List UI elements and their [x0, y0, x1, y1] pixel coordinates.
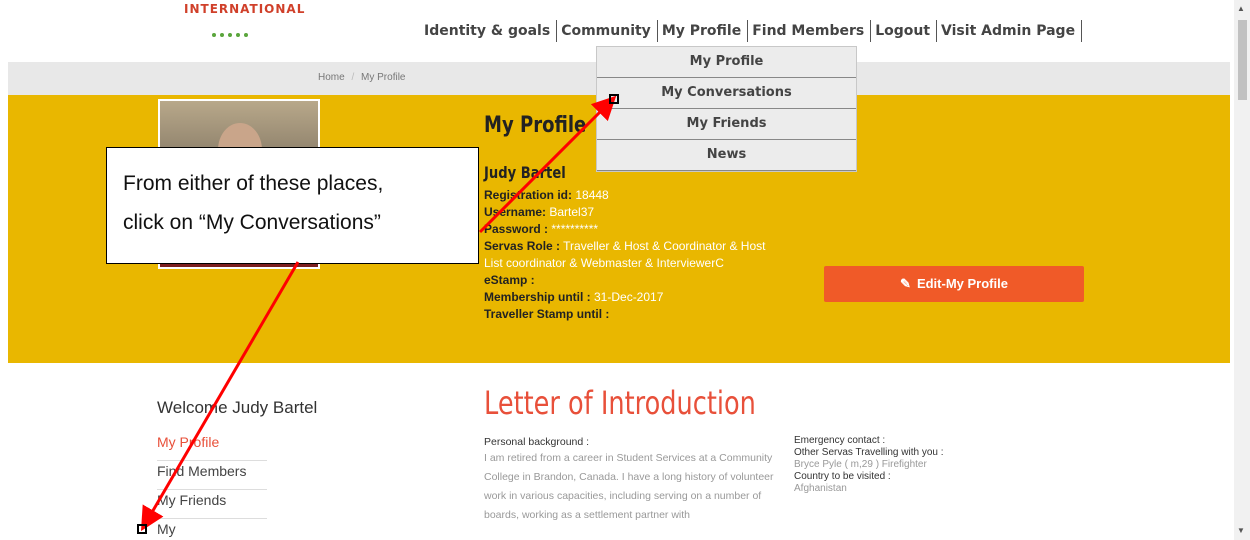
country-label: Country to be visited : — [794, 471, 891, 482]
other-servas-value: Bryce Pyle ( m,29 ) Firefighter — [794, 459, 927, 470]
welcome-heading: Welcome Judy Bartel — [157, 398, 318, 417]
edit-my-profile-button[interactable]: ✎ Edit-My Profile — [824, 266, 1084, 302]
side-item-my-conversations[interactable]: My Conversations — [157, 519, 267, 540]
dropdown-item-my-conversations[interactable]: My Conversations — [597, 78, 856, 109]
breadcrumb-home[interactable]: Home — [318, 72, 345, 83]
nav-visit-admin-page[interactable]: Visit Admin Page — [937, 20, 1083, 42]
marker-square-icon — [137, 524, 147, 534]
logo-dots-icon — [212, 24, 262, 37]
detail-username: Username: Bartel37 — [484, 205, 595, 219]
site-logo[interactable]: INTERNATIONAL — [184, 0, 306, 40]
nav-community[interactable]: Community — [557, 20, 658, 42]
top-navigation: Identity & goals Community My Profile Fi… — [424, 18, 1083, 44]
side-item-my-friends[interactable]: My Friends — [157, 490, 267, 519]
letter-column-left: Personal background : I am retired from … — [484, 435, 774, 525]
triangle-down-icon[interactable]: ▼ — [1237, 526, 1245, 535]
detail-membership-until: Membership until : 31-Dec-2017 — [484, 290, 664, 304]
logo-text: INTERNATIONAL — [184, 2, 306, 16]
side-navigation: My Profile Find Members My Friends My Co… — [157, 432, 307, 540]
detail-registration-id: Registration id: 18448 — [484, 188, 609, 202]
nav-logout[interactable]: Logout — [871, 20, 938, 42]
pencil-icon: ✎ — [900, 276, 911, 291]
detail-traveller-stamp: Traveller Stamp until : — [484, 307, 610, 321]
profile-name: Judy Bartel — [484, 163, 566, 182]
emergency-contact-label: Emergency contact : — [794, 435, 886, 446]
profile-details: Registration id: 18448 Username: Bartel3… — [484, 187, 774, 323]
triangle-up-icon[interactable]: ▲ — [1237, 4, 1245, 13]
dropdown-item-my-profile[interactable]: My Profile — [597, 47, 856, 78]
detail-estamp: eStamp : — [484, 273, 535, 287]
nav-identity-goals[interactable]: Identity & goals — [424, 20, 558, 42]
dropdown-item-news[interactable]: News — [597, 140, 856, 171]
callout-line-2: click on “My Conversations” — [123, 211, 381, 234]
breadcrumb-current: My Profile — [361, 72, 406, 83]
breadcrumb-separator: / — [351, 72, 355, 83]
marker-square-icon — [609, 94, 619, 104]
page-scrollbar[interactable]: ▲ ▼ — [1234, 0, 1250, 540]
other-servas-label: Other Servas Travelling with you : — [794, 447, 944, 458]
nav-my-profile[interactable]: My Profile — [658, 20, 749, 42]
personal-background-label: Personal background : — [484, 436, 590, 448]
dropdown-item-my-friends[interactable]: My Friends — [597, 109, 856, 140]
instruction-callout: From either of these places, click on “M… — [106, 147, 479, 264]
detail-servas-role: Servas Role : Traveller & Host & Coordin… — [484, 239, 766, 270]
letter-column-right: Emergency contact : Other Servas Travell… — [794, 435, 1034, 495]
scroll-thumb[interactable] — [1238, 20, 1247, 100]
detail-password: Password : ********** — [484, 222, 599, 236]
side-item-my-profile[interactable]: My Profile — [157, 432, 267, 461]
letter-title: Letter of Introduction — [484, 384, 756, 422]
nav-find-members[interactable]: Find Members — [748, 20, 872, 42]
my-profile-dropdown: My Profile My Conversations My Friends N… — [596, 46, 857, 172]
country-value: Afghanistan — [794, 483, 847, 494]
personal-background-text: I am retired from a career in Student Se… — [484, 452, 774, 521]
breadcrumb: Home / My Profile — [318, 72, 405, 83]
edit-button-label: Edit-My Profile — [916, 276, 1008, 291]
side-item-find-members[interactable]: Find Members — [157, 461, 267, 490]
profile-title: My Profile — [484, 113, 587, 138]
callout-line-1: From either of these places, — [123, 172, 384, 195]
